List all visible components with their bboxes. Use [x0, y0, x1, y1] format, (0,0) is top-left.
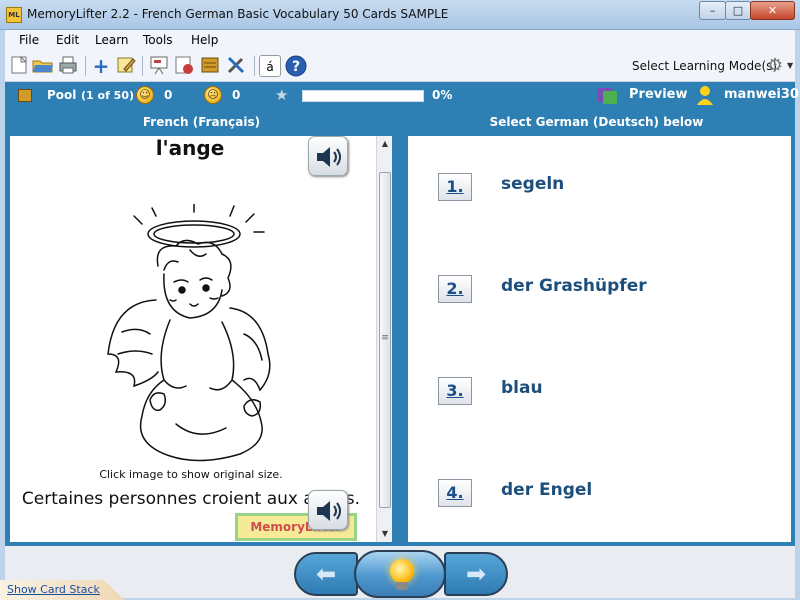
app-icon: ML [6, 7, 22, 23]
close-button[interactable]: ✕ [750, 1, 795, 20]
tools-icon[interactable] [225, 55, 247, 77]
star-icon: ★ [275, 86, 289, 104]
menu-learn[interactable]: Learn [95, 33, 129, 47]
show-card-stack-tab[interactable]: Show Card Stack [0, 580, 124, 600]
menu-tools[interactable]: Tools [143, 33, 173, 47]
window-title: MemoryLifter 2.2 - French German Basic V… [27, 7, 449, 21]
answer-card: 1. segeln 2. der Grashüpfer 3. blau 4. d… [408, 136, 791, 542]
pool-count: (1 of 50) [81, 89, 135, 102]
option-3-button[interactable]: 3. [438, 377, 472, 405]
menu-bar: File Edit Learn Tools Help [5, 30, 795, 51]
add-card-icon[interactable]: + [90, 55, 112, 77]
show-hint-button[interactable] [354, 550, 446, 598]
menu-edit[interactable]: Edit [56, 33, 79, 47]
gear-icon[interactable]: ⚙ [767, 57, 783, 75]
previous-card-button[interactable]: ⬅ [294, 552, 358, 596]
menu-file[interactable]: File [19, 33, 39, 47]
question-card: l'ange Click image to show original size… [10, 136, 392, 542]
preview-icon[interactable] [598, 86, 620, 105]
smiley-correct-icon: ☺ [136, 86, 154, 104]
status-bar: Pool (1 of 50) ☺ 0 ☹ 0 ★ 0% Preview manw… [5, 82, 799, 110]
correct-count: 0 [164, 88, 173, 102]
username: manwei30 [724, 87, 799, 102]
toolbar: + á ? Select Learning Mode(s) ⚙ ▼ [5, 51, 795, 82]
print-icon[interactable] [57, 55, 79, 77]
option-2-button[interactable]: 2. [438, 275, 472, 303]
play-audio-sentence-button[interactable] [308, 490, 348, 530]
progress-percent: 0% [432, 88, 453, 102]
pool-icon [18, 89, 32, 102]
option-3-text[interactable]: blau [501, 378, 543, 398]
image-hint: Click image to show original size. [99, 468, 283, 481]
help-icon[interactable]: ? [285, 55, 307, 77]
play-audio-word-button[interactable] [308, 136, 348, 176]
wrong-count: 0 [232, 88, 241, 102]
option-4-button[interactable]: 4. [438, 479, 472, 507]
minimize-button[interactable]: – [699, 1, 726, 20]
card-stack-icon[interactable] [199, 55, 221, 77]
option-1-text[interactable]: segeln [501, 174, 564, 194]
user-icon [696, 85, 714, 106]
option-4-text[interactable]: der Engel [501, 480, 592, 500]
question-language-header: French (Français) [5, 110, 398, 134]
lightbulb-icon [390, 559, 414, 583]
scroll-down-icon[interactable]: ▼ [377, 526, 393, 542]
scroll-up-icon[interactable]: ▲ [377, 136, 393, 152]
arrow-right-icon: ➡ [465, 560, 487, 588]
pool-label: Pool [47, 88, 77, 102]
smiley-wrong-icon: ☹ [204, 86, 222, 104]
presentation-icon[interactable] [148, 55, 170, 77]
preview-button[interactable]: Preview [629, 87, 688, 102]
new-document-icon[interactable] [8, 55, 30, 77]
chevron-down-icon[interactable]: ▼ [787, 61, 793, 70]
select-learning-mode-label[interactable]: Select Learning Mode(s) [632, 59, 777, 73]
option-1-button[interactable]: 1. [438, 173, 472, 201]
open-folder-icon[interactable] [32, 55, 54, 77]
show-card-stack-link[interactable]: Show Card Stack [7, 583, 100, 596]
menu-help[interactable]: Help [191, 33, 218, 47]
question-scrollbar[interactable]: ▲ ≡ ▼ [376, 136, 392, 542]
edit-card-icon[interactable] [115, 55, 137, 77]
svg-text:?: ? [292, 59, 300, 75]
progress-bar [302, 90, 424, 102]
statistics-icon[interactable] [173, 55, 195, 77]
arrow-left-icon: ⬅ [315, 560, 337, 588]
title-bar: ML MemoryLifter 2.2 - French German Basi… [0, 0, 800, 30]
option-2-text[interactable]: der Grashüpfer [501, 276, 647, 296]
next-card-button[interactable]: ➡ [444, 552, 508, 596]
angel-image[interactable] [94, 204, 294, 466]
answer-language-header: Select German (Deutsch) below [398, 110, 795, 134]
speaker-icon [317, 147, 341, 167]
scroll-thumb[interactable]: ≡ [379, 172, 391, 508]
character-map-icon[interactable]: á [259, 55, 281, 77]
speaker-icon [317, 501, 341, 521]
maximize-button[interactable]: □ [725, 1, 751, 20]
